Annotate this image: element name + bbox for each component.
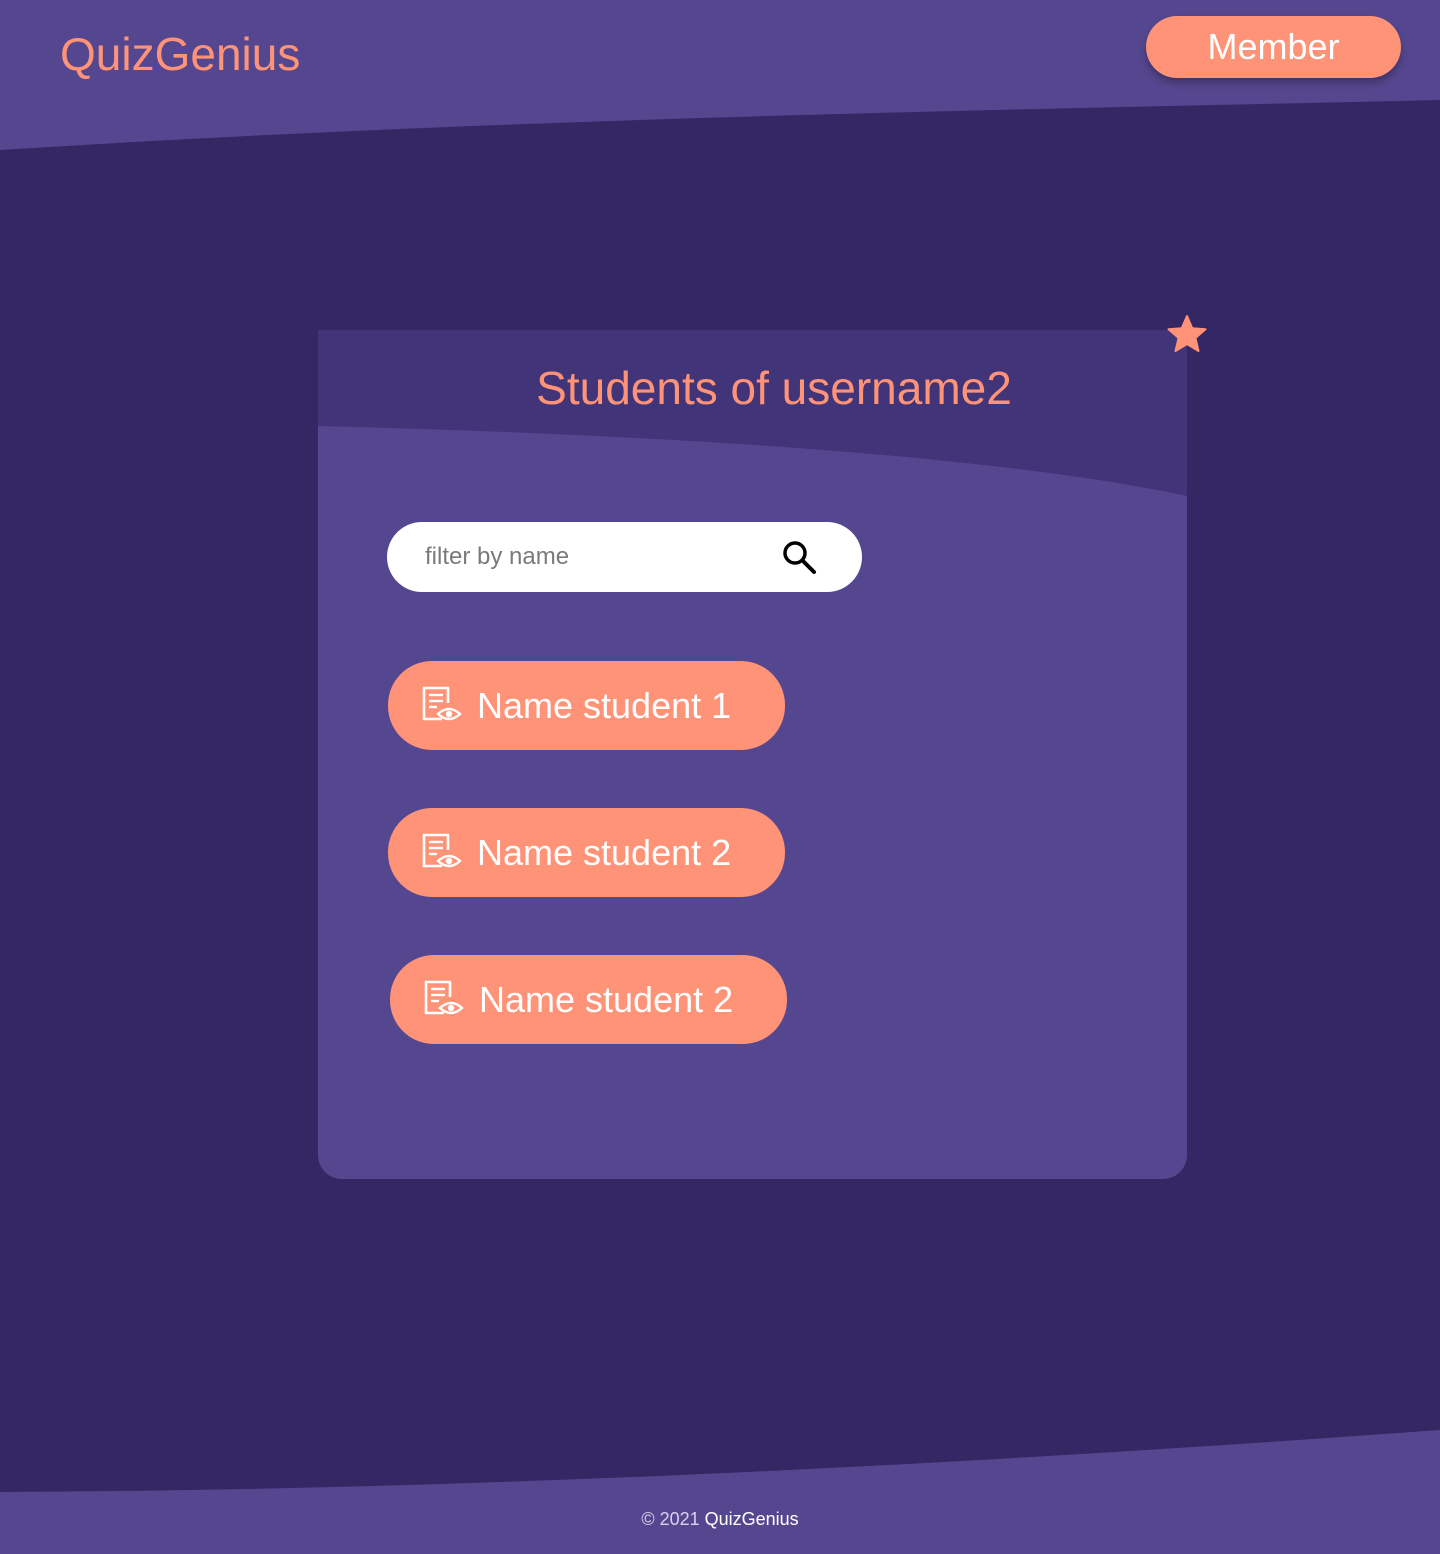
member-button[interactable]: Member [1146,16,1401,78]
view-report-icon [422,833,462,868]
footer-brand[interactable]: QuizGenius [705,1509,799,1529]
view-report-icon [424,980,464,1015]
page-title: Students of username2 [536,362,1012,414]
app-title[interactable]: QuizGenius [60,27,300,81]
site-footer: © 2021 QuizGenius [0,1507,1440,1531]
student-name: Name student 2 [477,832,732,873]
student-name: Name student 2 [479,979,734,1020]
view-report-icon [422,686,462,721]
student-button-3[interactable]: Name student 2 [390,955,787,1044]
search-icon[interactable] [781,539,817,575]
search-bar [387,522,862,592]
star-icon [1167,315,1207,352]
search-input[interactable] [425,522,765,592]
students-card: Students of username2 Name student 1 [318,330,1187,1179]
student-button-1[interactable]: Name student 1 [388,661,785,750]
student-name: Name student 1 [477,685,732,726]
footer-copyright: © 2021 [641,1509,700,1529]
student-button-2[interactable]: Name student 2 [388,808,785,897]
